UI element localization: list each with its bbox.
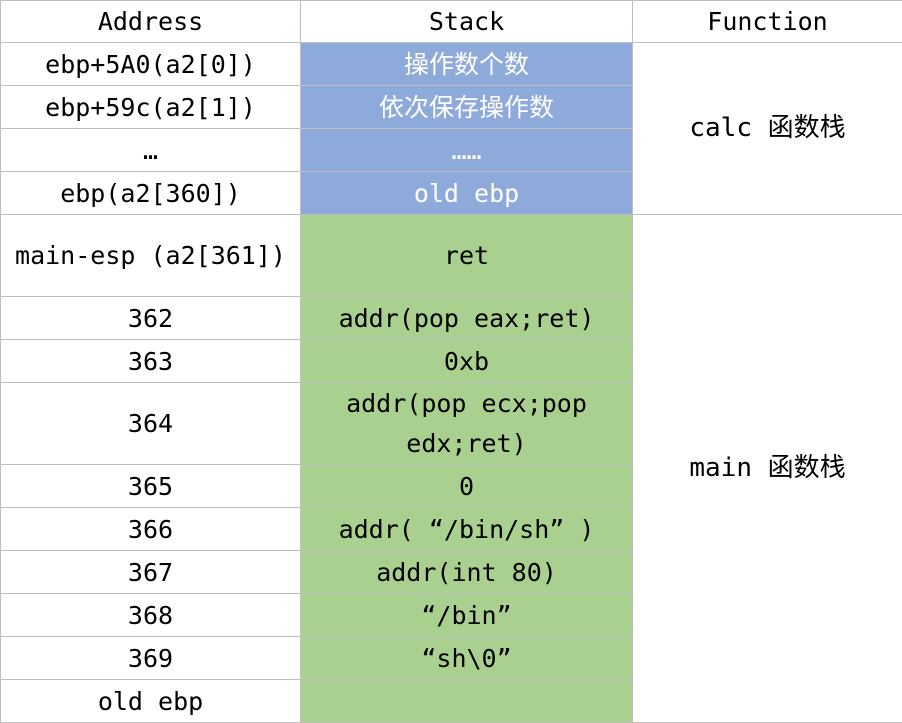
calc-function-label: calc 函数栈 xyxy=(633,43,902,215)
stack-cell: addr(pop eax;ret) xyxy=(301,297,633,340)
address-cell: main-esp (a2[361]) xyxy=(1,215,301,297)
address-cell: 364 xyxy=(1,383,301,465)
address-cell: ebp+5A0(a2[0]) xyxy=(1,43,301,86)
address-header: Address xyxy=(1,1,301,43)
table-row: ebp+5A0(a2[0]) 操作数个数 calc 函数栈 xyxy=(1,43,902,86)
stack-cell: “/bin” xyxy=(301,594,633,637)
stack-layout-table: Address Stack Function ebp+5A0(a2[0]) 操作… xyxy=(0,0,902,723)
address-cell: 369 xyxy=(1,637,301,680)
address-cell: 365 xyxy=(1,465,301,508)
stack-cell xyxy=(301,680,633,723)
address-cell: 368 xyxy=(1,594,301,637)
stack-cell: addr(int 80) xyxy=(301,551,633,594)
address-cell: ebp+59c(a2[1]) xyxy=(1,86,301,129)
table-row: main-esp (a2[361]) ret main 函数栈 xyxy=(1,215,902,297)
function-header: Function xyxy=(633,1,902,43)
stack-cell: 0xb xyxy=(301,340,633,383)
stack-header: Stack xyxy=(301,1,633,43)
address-cell: 367 xyxy=(1,551,301,594)
address-cell: ebp(a2[360]) xyxy=(1,172,301,215)
stack-cell: 0 xyxy=(301,465,633,508)
header-row: Address Stack Function xyxy=(1,1,902,43)
main-function-label: main 函数栈 xyxy=(633,215,902,723)
stack-cell: old ebp xyxy=(301,172,633,215)
address-cell: … xyxy=(1,129,301,172)
address-cell: 362 xyxy=(1,297,301,340)
stack-cell: addr( “/bin/sh” ) xyxy=(301,508,633,551)
stack-cell: …… xyxy=(301,129,633,172)
stack-cell: ret xyxy=(301,215,633,297)
stack-cell: addr(pop ecx;pop edx;ret) xyxy=(301,383,633,465)
stack-cell: 操作数个数 xyxy=(301,43,633,86)
stack-cell: “sh\0” xyxy=(301,637,633,680)
address-cell: 363 xyxy=(1,340,301,383)
address-cell: old ebp xyxy=(1,680,301,723)
stack-cell: 依次保存操作数 xyxy=(301,86,633,129)
address-cell: 366 xyxy=(1,508,301,551)
